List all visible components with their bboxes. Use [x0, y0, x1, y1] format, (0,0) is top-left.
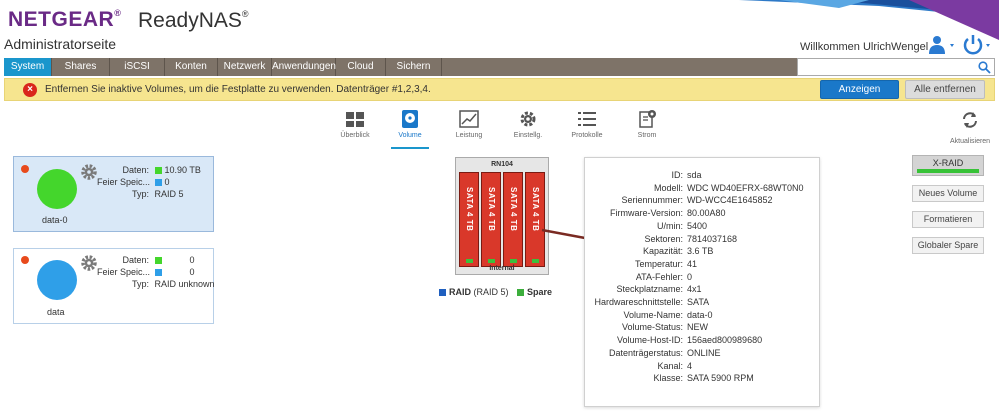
tooltip-row-host-id: Volume-Host-ID: 156aed800989680 [616, 335, 763, 346]
overview-icon [346, 112, 364, 127]
volume-free-stat: Feier Speic... 0 [97, 177, 170, 187]
subtab-performance[interactable]: Leistung [444, 109, 494, 139]
device-internal-label: Internal [489, 265, 515, 272]
volume-name: data [47, 307, 65, 317]
tab-anwendungen[interactable]: Anwendungen [272, 58, 336, 76]
disk-legend: RAID (RAID 5) Spare [439, 287, 552, 297]
tooltip-row-rpm: U/min: 5400 [656, 220, 708, 231]
header-decoration [739, 0, 999, 40]
tooltip-row-sectors: Sektoren: 7814037168 [644, 233, 738, 244]
subtab-volume[interactable]: Volume [385, 109, 435, 149]
search-input[interactable] [797, 58, 995, 76]
remove-all-button[interactable]: Alle entfernen [905, 80, 985, 99]
volume-name: data-0 [42, 215, 68, 225]
volume-graphic [37, 169, 77, 209]
volume-graphic [37, 260, 77, 300]
tab-netzwerk[interactable]: Netzwerk [218, 58, 272, 76]
volume-free-stat: Feier Speic... 0 [97, 267, 195, 277]
volume-icon [402, 110, 418, 128]
subtab-settings[interactable]: Einstellg. [503, 109, 553, 139]
tab-iscsi[interactable]: iSCSI [110, 58, 165, 76]
subtab-power[interactable]: Strom [622, 109, 672, 139]
tooltip-row-volume-name: Volume-Name: data-0 [623, 309, 713, 320]
tooltip-row-class: Klasse: SATA 5900 RPM [653, 373, 754, 384]
raid-legend-swatch [439, 289, 446, 296]
page-subtitle: Administratorseite [4, 36, 117, 52]
tooltip-row-model: Modell: WDC WD40EFRX-68WT0N0 [653, 182, 804, 193]
volume-type-stat: Typ: RAID unknown [131, 279, 215, 289]
volume-settings-gear-icon[interactable] [80, 163, 98, 181]
spare-legend-swatch [517, 289, 525, 296]
xraid-status-bar [917, 169, 979, 173]
volume-card-data-0[interactable]: data-0 Daten: 10.90 TB Feier Speic... 0 … [13, 156, 214, 232]
search-icon[interactable] [978, 61, 991, 74]
tab-sichern[interactable]: Sichern [386, 58, 442, 76]
refresh-button[interactable]: Aktualisieren [950, 110, 990, 145]
tooltip-row-id: ID: sda [671, 170, 702, 180]
tooltip-row-interface: Hardwareschnittstelle: SATA [594, 297, 710, 307]
subtab-logs[interactable]: Protokolle [562, 109, 612, 139]
tooltip-row-capacity: Kapazität: 3.6 TB [642, 246, 714, 257]
volume-data-stat: Daten: 0 [122, 255, 195, 265]
tooltip-row-channel: Kanal: 4 [657, 360, 693, 371]
readynas-admin: NETGEAR® ReadyNAS® Administratorseite Wi… [0, 0, 999, 416]
device-model-label: RN104 [491, 161, 513, 168]
tooltip-row-volume-status: Volume-Status: NEW [621, 322, 708, 333]
user-menu-icon[interactable] [928, 35, 958, 55]
tooltip-row-slot: Steckplatzname: 4x1 [616, 284, 702, 295]
product-name: ReadyNAS® [138, 9, 249, 32]
disk-info-tooltip: ID: sda Modell: WDC WD40EFRX-68WT0N0 Serie… [584, 157, 820, 407]
new-volume-button[interactable]: Neues Volume [912, 185, 984, 202]
alert-message: Entfernen Sie inaktive Volumes, um die F… [45, 84, 431, 95]
tab-konten[interactable]: Konten [165, 58, 218, 76]
volume-settings-gear-icon[interactable] [80, 254, 98, 272]
gear-icon [520, 111, 536, 127]
disk-bay-3[interactable]: SATA 4 TB [503, 172, 523, 267]
volume-card-data[interactable]: data Daten: 0 Feier Speic... 0 Typ: RAID… [13, 248, 215, 324]
nas-device-graphic: RN104 SATA 4 TB SATA 4 TB SATA 4 TB SATA… [455, 157, 549, 275]
welcome-text: Willkommen UlrichWengel [800, 41, 929, 53]
volume-data-stat: Daten: 10.90 TB [122, 165, 201, 175]
netgear-logo: NETGEAR® [8, 8, 122, 31]
tooltip-row-firmware: Firmware-Version: 80.00A80 [609, 208, 726, 219]
volume-type-stat: Typ: RAID 5 [131, 189, 184, 199]
xraid-button[interactable]: X-RAID [912, 155, 984, 176]
format-button[interactable]: Formatieren [912, 211, 984, 228]
tooltip-row-temperature: Temperatur: 41 [634, 258, 698, 269]
show-button[interactable]: Anzeigen [820, 80, 899, 99]
volume-status-indicator [21, 165, 29, 173]
tab-system[interactable]: System [4, 58, 52, 76]
tooltip-row-ata-errors: ATA-Fehler: 0 [635, 271, 693, 282]
tab-cloud[interactable]: Cloud [336, 58, 386, 76]
volume-status-indicator [21, 256, 29, 264]
tooltip-row-disk-status: Datenträgerstatus: ONLINE [608, 347, 721, 358]
list-icon [578, 112, 596, 126]
power-settings-icon [639, 110, 656, 128]
disk-bay-2[interactable]: SATA 4 TB [481, 172, 501, 267]
tooltip-row-serial: Seriennummer: WD-WCC4E1645852 [621, 195, 773, 206]
disk-bay-4[interactable]: SATA 4 TB [525, 172, 545, 267]
power-menu-icon[interactable] [962, 34, 994, 56]
performance-icon [459, 110, 479, 128]
error-icon: × [23, 83, 37, 97]
global-spare-button[interactable]: Globaler Spare [912, 237, 984, 254]
tab-shares[interactable]: Shares [52, 58, 110, 76]
disk-bay-1[interactable]: SATA 4 TB [459, 172, 479, 267]
subtab-overview[interactable]: Überblick [330, 109, 380, 139]
refresh-icon [963, 112, 977, 128]
